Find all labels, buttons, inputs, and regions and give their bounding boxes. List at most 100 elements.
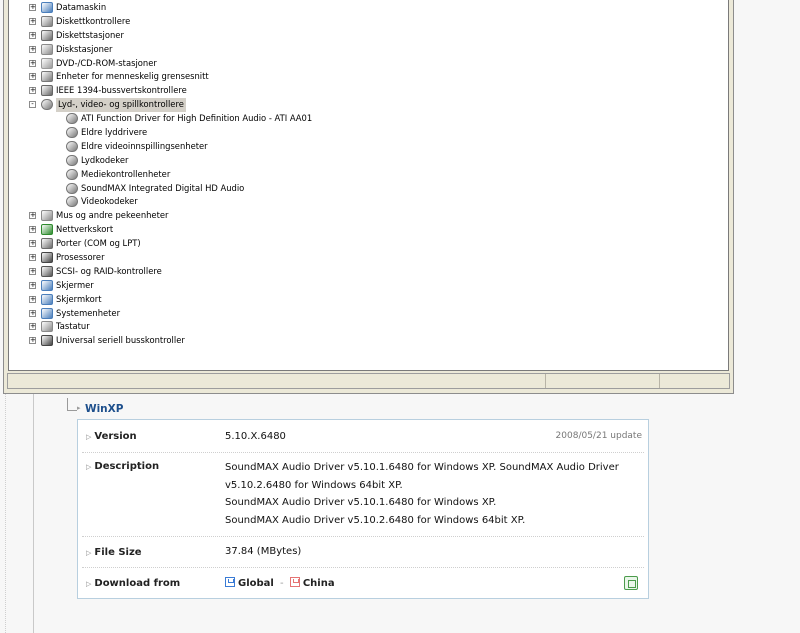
tree-category-row[interactable]: + SCSI- og RAID-kontrollere — [9, 265, 728, 279]
sound-device-icon — [66, 182, 78, 194]
processor-icon — [41, 252, 53, 264]
tree-node-label: IEEE 1394-bussvertskontrollere — [56, 85, 187, 96]
tree-category-row[interactable]: + Prosessorer — [9, 251, 728, 265]
tree-category-row[interactable]: + DVD-/CD-ROM-stasjoner — [9, 57, 728, 71]
tree-category-row[interactable]: + Diskstasjoner — [9, 43, 728, 57]
tree-category-row[interactable]: - Lyd-, video- og spillkontrollere — [9, 98, 728, 113]
tree-node-label: Prosessorer — [56, 252, 105, 263]
tree-node-label: Datamaskin — [56, 2, 107, 12]
hid-icon — [41, 71, 53, 83]
driver-info-table: ▷ Version 5.10.X.6480 2008/05/21 update ▷… — [77, 419, 649, 599]
status-cell — [659, 374, 660, 388]
tree-node-label: ATI Function Driver for High Definition … — [81, 113, 313, 124]
collapse-icon[interactable]: - — [29, 101, 36, 109]
usb-icon — [41, 335, 53, 347]
expand-icon[interactable]: + — [29, 31, 36, 39]
expand-icon[interactable]: + — [29, 295, 36, 303]
tree-category-row[interactable]: + Enheter for menneskelig grensesnitt — [9, 70, 728, 84]
tree-category-row[interactable]: + Porter (COM og LPT) — [9, 237, 728, 251]
tree-category-row[interactable]: + Universal seriell busskontroller — [9, 334, 728, 348]
os-title: WinXP — [85, 403, 124, 415]
expand-icon[interactable]: + — [29, 281, 36, 289]
expand-icon[interactable]: + — [29, 240, 36, 248]
tree-node-label: Porter (COM og LPT) — [56, 238, 141, 249]
tree-category-row[interactable]: + Nettverkskort — [9, 223, 728, 237]
tree-device-row[interactable]: Videokodeker — [9, 195, 728, 209]
tree-category-row[interactable]: + Skjermer — [9, 279, 728, 293]
floppy-drive-icon — [41, 29, 53, 41]
expand-icon[interactable]: + — [29, 254, 36, 262]
expand-icon[interactable]: + — [29, 337, 36, 345]
arrow-right-icon: ▸ — [77, 404, 81, 412]
expand-icon[interactable]: + — [29, 45, 36, 53]
network-card-icon — [41, 224, 53, 236]
tree-device-row[interactable]: SoundMAX Integrated Digital HD Audio — [9, 182, 728, 196]
download-global-link[interactable]: Global — [225, 577, 274, 589]
description-row: ▷ Description SoundMAX Audio Driver v5.10… — [82, 453, 644, 537]
download-separator: - — [280, 578, 284, 589]
expand-icon[interactable]: + — [29, 73, 36, 81]
tree-node-label: Lyd-, video- og spillkontrollere — [56, 98, 186, 113]
disk-drive-icon — [41, 43, 53, 55]
expand-icon[interactable]: + — [29, 4, 36, 11]
tree-device-row[interactable]: Eldre videoinnspillingsenheter — [9, 140, 728, 154]
scsi-icon — [41, 265, 53, 277]
tree-node-label: Systemenheter — [56, 307, 121, 318]
download-links: Global - China — [225, 577, 335, 589]
expand-icon[interactable]: + — [29, 212, 36, 220]
expand-icon[interactable]: + — [29, 87, 36, 95]
tree-category-row[interactable]: + Skjermkort — [9, 293, 728, 307]
description-line: SoundMAX Audio Driver v5.10.1.6480 for W… — [225, 462, 619, 473]
tree-node-label: Diskstasjoner — [56, 43, 113, 54]
tree-node-label: DVD-/CD-ROM-stasjoner — [56, 57, 157, 68]
tree-category-row[interactable]: + Systemenheter — [9, 307, 728, 321]
sound-device-icon — [66, 196, 78, 208]
description-value: SoundMAX Audio Driver v5.10.1.6480 for W… — [225, 462, 619, 532]
mouse-icon — [41, 210, 53, 222]
filesize-row: ▷ File Size 37.84 (MBytes) — [82, 537, 644, 568]
tree-node-label: Videokodeker — [81, 196, 138, 207]
spreadsheet-icon[interactable] — [624, 576, 638, 590]
tree-node-label: Eldre videoinnspillingsenheter — [81, 140, 208, 151]
expand-icon[interactable]: + — [29, 59, 36, 67]
filesize-label: ▷ File Size — [86, 547, 142, 558]
description-line: v5.10.2.6480 for Windows 64bit XP. — [225, 479, 403, 491]
tree-node-label: Mus og andre pekeenheter — [56, 210, 169, 221]
description-line: SoundMAX Audio Driver v5.10.2.6480 for W… — [225, 514, 526, 526]
tree-node-label: Eldre lyddrivere — [81, 127, 148, 138]
tree-category-row[interactable]: + Mus og andre pekeenheter — [9, 209, 728, 223]
expand-icon[interactable]: + — [29, 226, 36, 234]
expand-icon[interactable]: + — [29, 323, 36, 331]
tree-node-label: Skjermer — [56, 279, 94, 290]
tree-category-row[interactable]: + Tastatur — [9, 320, 728, 334]
tree-device-row[interactable]: Eldre lyddrivere — [9, 126, 728, 140]
status-bar — [7, 373, 730, 389]
expand-icon[interactable]: + — [29, 267, 36, 275]
tree-node-label: Diskettkontrollere — [56, 15, 131, 26]
download-label: ▷ Download from — [86, 578, 181, 589]
triangle-icon: ▷ — [86, 580, 92, 588]
save-disk-icon — [225, 577, 235, 587]
tree-category-row[interactable]: + Datamaskin — [9, 1, 728, 15]
tree-device-row[interactable]: ATI Function Driver for High Definition … — [9, 112, 728, 126]
device-tree: + Datamaskin + Diskettkontrollere + Diskettst… — [9, 0, 728, 348]
monitor-icon — [41, 279, 53, 291]
sound-device-icon — [66, 140, 78, 152]
tree-node-label: Nettverkskort — [56, 224, 114, 235]
tree-node-label: Lydkodeker — [81, 154, 129, 165]
tree-category-row[interactable]: + IEEE 1394-bussvertskontrollere — [9, 84, 728, 98]
status-cell — [545, 374, 546, 388]
tree-device-row[interactable]: Mediekontrollenheter — [9, 168, 728, 182]
version-label: ▷ Version — [86, 431, 137, 442]
tree-category-row[interactable]: + Diskettstasjoner — [9, 29, 728, 43]
download-china-link[interactable]: China — [289, 577, 335, 589]
tree-node-label: SoundMAX Integrated Digital HD Audio — [81, 182, 245, 193]
expand-icon[interactable]: + — [29, 309, 36, 317]
tree-category-row[interactable]: + Diskettkontrollere — [9, 15, 728, 29]
expand-icon[interactable]: + — [29, 17, 36, 25]
tree-device-row[interactable]: Lydkodeker — [9, 154, 728, 168]
version-value: 5.10.X.6480 — [225, 431, 286, 442]
tree-node-label: Enheter for menneskelig grensesnitt — [56, 71, 209, 82]
filesize-value: 37.84 (MBytes) — [225, 546, 302, 557]
triangle-icon: ▷ — [86, 463, 92, 471]
